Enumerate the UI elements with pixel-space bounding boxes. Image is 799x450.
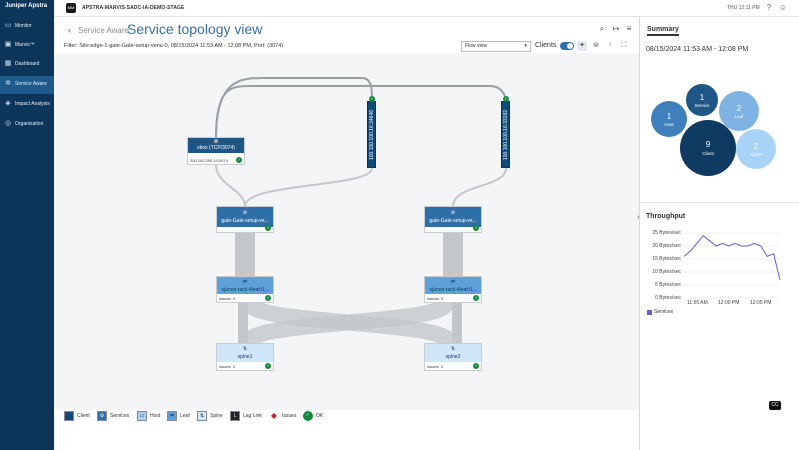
closed-caption-icon[interactable]: CC xyxy=(769,401,781,410)
x-tick: 11:55 AM xyxy=(687,300,708,306)
throughput-chart xyxy=(683,232,781,299)
series-legend-label: Services xyxy=(654,309,674,315)
series-legend-swatch xyxy=(647,310,652,315)
x-tick: 12:05 PM xyxy=(750,300,772,306)
series-line-services[interactable] xyxy=(683,234,781,280)
x-tick: 12:00 PM xyxy=(718,300,740,306)
